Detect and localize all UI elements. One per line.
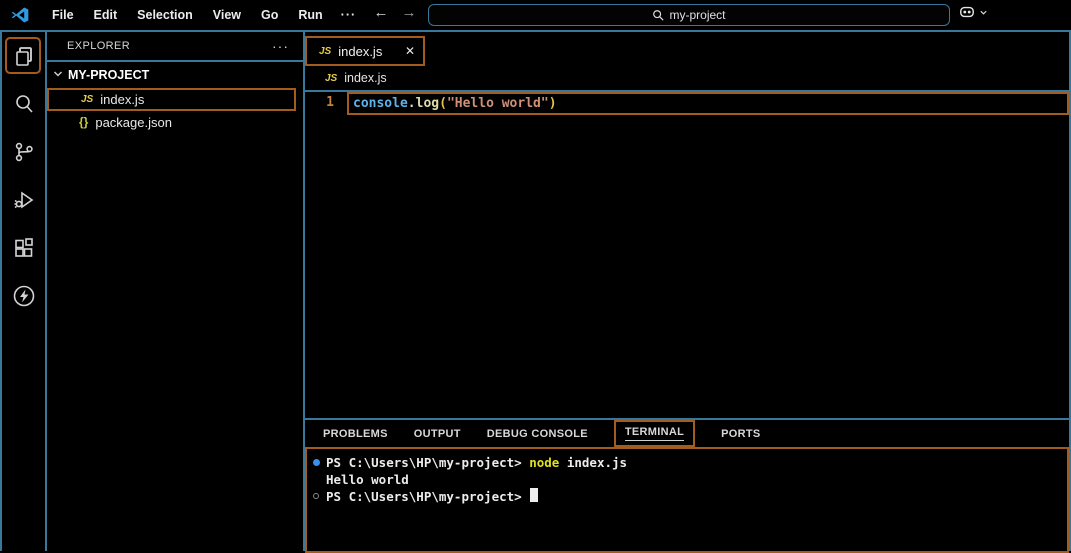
json-file-icon: {}: [79, 115, 89, 129]
token-open-paren: (: [439, 96, 447, 111]
terminal-prompt: PS C:\Users\HP\my-project>: [326, 455, 530, 470]
close-icon[interactable]: ✕: [405, 44, 415, 58]
breadcrumb[interactable]: JS index.js: [305, 66, 1069, 90]
menu-view[interactable]: View: [203, 8, 251, 22]
token-log: log: [415, 96, 440, 111]
active-highlight-frame: [5, 37, 41, 74]
menu-file[interactable]: File: [42, 8, 84, 22]
terminal[interactable]: PS C:\Users\HP\my-project> node index.js…: [305, 447, 1069, 553]
activitybar-search[interactable]: [2, 80, 45, 128]
terminal-line-output: Hello world: [311, 471, 1067, 488]
copilot-icon: [960, 6, 974, 18]
folder-label: MY-PROJECT: [68, 68, 150, 82]
activitybar-source-control[interactable]: [2, 128, 45, 176]
back-button[interactable]: ←: [370, 4, 392, 21]
explorer-sidebar: EXPLORER ··· MY-PROJECT JS index.js {} p…: [47, 32, 303, 551]
chevron-down-icon: [52, 68, 64, 83]
extensions-icon: [14, 238, 33, 257]
token-dot: .: [407, 96, 416, 111]
bottom-panel: PROBLEMS OUTPUT DEBUG CONSOLE TERMINAL P…: [305, 420, 1069, 553]
tab-output[interactable]: OUTPUT: [414, 428, 461, 440]
chevron-down-icon: [980, 10, 987, 15]
menu-bar: File Edit Selection View Go Run ···: [42, 8, 364, 22]
menu-edit[interactable]: Edit: [84, 8, 128, 22]
js-file-icon: JS: [319, 45, 332, 57]
explorer-title: EXPLORER: [67, 40, 131, 52]
source-control-icon: [15, 142, 33, 162]
tab-terminal-highlight: TERMINAL: [613, 420, 696, 447]
tab-index-js[interactable]: JS index.js ✕: [305, 36, 425, 66]
command-decoration-success-icon[interactable]: [311, 454, 326, 466]
line-number: 1: [326, 95, 334, 110]
tab-debug-console[interactable]: DEBUG CONSOLE: [487, 428, 588, 440]
search-value: my-project: [669, 8, 726, 22]
explorer-more-actions[interactable]: ···: [272, 39, 289, 53]
folder-my-project[interactable]: MY-PROJECT: [47, 62, 303, 88]
forward-button[interactable]: →: [398, 4, 420, 21]
code-line-1[interactable]: 1 console. log("Hello world"): [305, 92, 1069, 115]
js-file-icon: JS: [81, 94, 94, 105]
run-debug-icon: [14, 191, 33, 209]
terminal-command-arg: index.js: [559, 455, 628, 470]
tab-label: index.js: [338, 43, 383, 59]
menu-overflow-ellipsis[interactable]: ···: [333, 8, 365, 22]
token-string: "Hello world": [446, 96, 549, 111]
editor-tab-bar: JS index.js ✕: [305, 32, 1069, 66]
editor-group: JS index.js ✕ JS index.js 1 console. log(…: [305, 32, 1069, 418]
file-label: index.js: [100, 92, 145, 107]
terminal-output: Hello world: [326, 472, 409, 487]
js-file-icon: JS: [325, 72, 338, 84]
command-center-search[interactable]: my-project: [428, 4, 950, 26]
activitybar-explorer[interactable]: [2, 32, 45, 80]
menu-go[interactable]: Go: [251, 8, 288, 22]
vscode-logo-icon: [10, 5, 30, 25]
token-close-paren: ): [548, 96, 557, 111]
file-label: package.json: [95, 114, 172, 130]
terminal-cursor[interactable]: [530, 488, 539, 502]
terminal-command: node: [529, 455, 560, 470]
panel-tab-bar: PROBLEMS OUTPUT DEBUG CONSOLE TERMINAL P…: [305, 420, 1069, 447]
code-content[interactable]: console. log("Hello world"): [347, 92, 1069, 115]
token-console: console: [353, 96, 408, 111]
title-bar: File Edit Selection View Go Run ··· ← → …: [0, 0, 1071, 30]
lightning-icon: [13, 285, 34, 307]
activity-bar: [2, 32, 45, 551]
menu-selection[interactable]: Selection: [127, 8, 203, 22]
tab-terminal[interactable]: TERMINAL: [624, 426, 685, 441]
terminal-line-prompt: PS C:\Users\HP\my-project>: [311, 488, 1067, 505]
tab-problems[interactable]: PROBLEMS: [323, 428, 388, 440]
activitybar-lightning[interactable]: [2, 272, 45, 320]
activitybar-extensions[interactable]: [2, 224, 45, 272]
activitybar-run-debug[interactable]: [2, 176, 45, 224]
file-package-json[interactable]: {} package.json: [47, 111, 303, 133]
search-icon: [653, 10, 665, 21]
menu-run[interactable]: Run: [288, 8, 332, 22]
copilot-button[interactable]: [958, 4, 988, 20]
terminal-prompt: PS C:\Users\HP\my-project>: [326, 489, 530, 504]
search-icon: [15, 95, 33, 113]
command-decoration-pending-icon[interactable]: [311, 488, 326, 499]
breadcrumb-label: index.js: [344, 71, 387, 85]
explorer-header: EXPLORER ···: [47, 32, 303, 62]
tab-ports[interactable]: PORTS: [721, 428, 760, 440]
file-index-js[interactable]: JS index.js: [47, 88, 296, 111]
terminal-line-command: PS C:\Users\HP\my-project> node index.js: [311, 454, 1067, 471]
